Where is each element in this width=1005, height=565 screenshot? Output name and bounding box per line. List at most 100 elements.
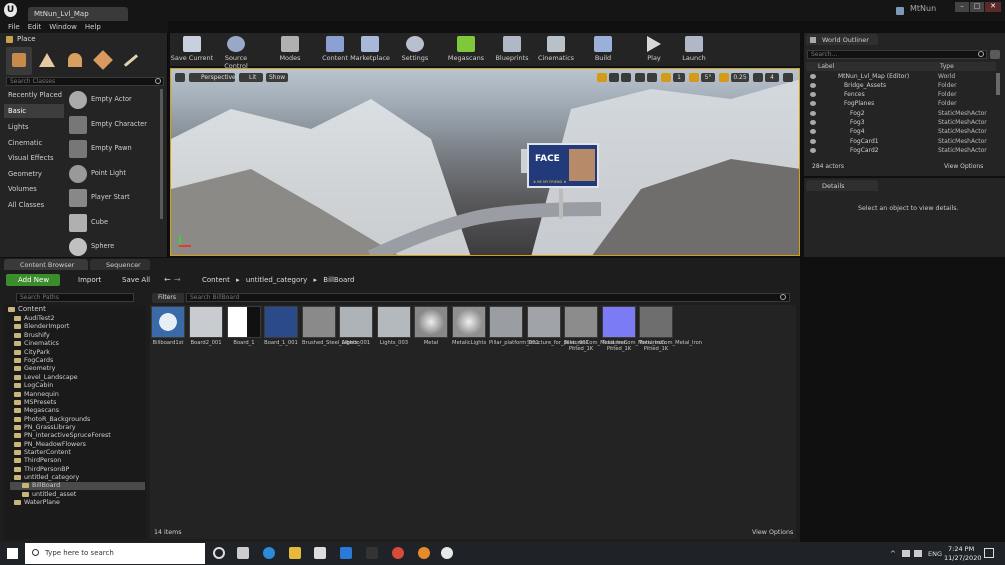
maximize-viewport-icon[interactable]	[783, 73, 793, 82]
outliner-row[interactable]: Fences Folder	[806, 91, 1002, 100]
folder-item[interactable]: PN_interactiveSpruceForest	[14, 432, 111, 440]
source-control-button[interactable]: Source Control	[214, 35, 258, 70]
language-indicator[interactable]: ENG	[928, 550, 942, 558]
build-button[interactable]: Build	[581, 35, 625, 65]
folder-item[interactable]: ThirdPersonBP	[14, 466, 69, 474]
place-item-point-light[interactable]: Point Light	[67, 163, 159, 185]
category-basic[interactable]: Basic	[4, 104, 64, 118]
place-item-empty-character[interactable]: Empty Character	[67, 114, 159, 136]
outliner-row[interactable]: Fog3 StaticMeshActor	[806, 119, 1002, 128]
asset-tile[interactable]: Board_1	[227, 306, 261, 362]
forward-arrow-icon[interactable]: →	[174, 275, 181, 284]
blender-icon[interactable]	[418, 547, 430, 559]
notification-icon[interactable]	[984, 548, 994, 558]
folder-item[interactable]: Geometry	[14, 365, 55, 373]
modes-button[interactable]: Modes	[268, 35, 312, 65]
unreal-logo-icon[interactable]: U	[4, 3, 17, 17]
task-view-icon[interactable]	[237, 547, 249, 559]
blueprints-button[interactable]: Blueprints	[490, 35, 534, 65]
world-local-icon[interactable]	[635, 73, 645, 82]
visibility-eye-icon[interactable]	[810, 139, 816, 144]
play-button[interactable]: Play	[632, 35, 676, 65]
category-geometry[interactable]: Geometry	[4, 167, 64, 181]
terminal-icon[interactable]	[366, 547, 378, 559]
outliner-row[interactable]: FogPlanes Folder	[806, 100, 1002, 109]
breadcrumb-billboard[interactable]: BillBoard	[323, 276, 354, 284]
folder-item[interactable]: untitled_asset	[22, 491, 76, 499]
folder-item[interactable]: PN_MeadowFlowers	[14, 441, 86, 449]
back-arrow-icon[interactable]: ←	[164, 275, 171, 284]
chrome-icon[interactable]	[392, 547, 404, 559]
folder-item[interactable]: CityPark	[14, 349, 50, 357]
folder-item-selected[interactable]: BillBoard	[10, 482, 145, 490]
folder-item[interactable]: MSPresets	[14, 399, 56, 407]
grid-snap-value[interactable]: 1	[673, 73, 685, 82]
launch-button[interactable]: Launch	[672, 35, 716, 65]
asset-tile[interactable]: Board2_001	[189, 306, 223, 362]
folder-item[interactable]: StarterContent	[14, 449, 71, 457]
mail-icon[interactable]	[340, 547, 352, 559]
settings-button[interactable]: Settings	[393, 35, 437, 65]
category-volumes[interactable]: Volumes	[4, 182, 64, 196]
folder-item[interactable]: BlenderImport	[14, 323, 69, 331]
outliner-row[interactable]: Fog4 StaticMeshActor	[806, 128, 1002, 137]
asset-tile[interactable]: Brushed_Steel_Albedo	[302, 306, 360, 362]
rotation-snap-icon[interactable]	[689, 73, 699, 82]
level-viewport[interactable]: FACE ★ BE MY FRIEND ★ Perspective Lit Sh…	[170, 68, 800, 256]
category-recently-placed[interactable]: Recently Placed	[4, 88, 64, 102]
outliner-row[interactable]: FogCard2 StaticMeshActor	[806, 147, 1002, 156]
menu-edit[interactable]: Edit	[28, 23, 42, 31]
clock-date[interactable]: 11/27/2020	[944, 554, 981, 562]
asset-tile[interactable]: Structure_for_pillar_001	[527, 306, 589, 362]
folder-item[interactable]: ThirdPerson	[14, 457, 61, 465]
menu-file[interactable]: File	[8, 23, 20, 31]
mode-landscape-icon[interactable]	[62, 47, 88, 75]
outliner-view-options[interactable]: View Options	[944, 163, 983, 170]
cortana-icon[interactable]	[213, 547, 225, 559]
column-label[interactable]: Label	[818, 63, 834, 70]
category-cinematic[interactable]: Cinematic	[4, 136, 64, 150]
viewport-menu-button[interactable]	[175, 73, 185, 82]
mode-geometry-icon[interactable]	[118, 47, 144, 75]
mode-paint-icon[interactable]	[34, 47, 60, 75]
close-button[interactable]: ✕	[985, 2, 1001, 12]
cb-view-options[interactable]: View Options	[752, 529, 793, 536]
add-new-button[interactable]: Add New	[6, 274, 60, 286]
breadcrumb-content[interactable]: Content	[202, 276, 230, 284]
volume-icon[interactable]	[914, 550, 922, 557]
folder-item[interactable]: PhotoR_Backgrounds	[14, 416, 90, 424]
asset-tile[interactable]: Lights_003	[377, 306, 411, 362]
show-button[interactable]: Show	[266, 73, 288, 82]
asset-tile[interactable]: MetalicLights	[452, 306, 486, 362]
tab-sequencer[interactable]: Sequencer	[90, 259, 150, 270]
visibility-eye-icon[interactable]	[810, 129, 816, 134]
grid-snap-icon[interactable]	[661, 73, 671, 82]
rotate-gizmo-icon[interactable]	[609, 73, 619, 82]
visibility-eye-icon[interactable]	[810, 148, 816, 153]
save-all-button[interactable]: Save All	[112, 274, 156, 286]
folder-item[interactable]: FogCards	[14, 357, 53, 365]
minimize-button[interactable]: –	[955, 2, 969, 12]
asset-tile[interactable]: TexturesCom_Metal_Iron Pitted_1K	[564, 306, 627, 362]
mode-foliage-icon[interactable]	[90, 47, 116, 75]
scale-snap-icon[interactable]	[719, 73, 729, 82]
folder-item[interactable]: Level_Landscape	[14, 374, 78, 382]
visibility-eye-icon[interactable]	[810, 120, 816, 125]
place-item-empty-actor[interactable]: Empty Actor	[67, 89, 159, 111]
outliner-settings-icon[interactable]	[990, 50, 1000, 59]
asset-tile[interactable]: Board_1_001	[264, 306, 298, 362]
outliner-row[interactable]: FogCard1 StaticMeshActor	[806, 138, 1002, 147]
place-scrollbar[interactable]	[160, 89, 163, 219]
maximize-button[interactable]: □	[970, 2, 984, 12]
visibility-eye-icon[interactable]	[810, 92, 816, 97]
search-classes-input[interactable]: Search Classes	[6, 77, 164, 86]
menu-help[interactable]: Help	[85, 23, 101, 31]
search-billboard-input[interactable]: Search BillBoard	[186, 293, 790, 302]
tray-chevron-icon[interactable]: ^	[890, 550, 896, 558]
asset-tile[interactable]: TexturesCom_Metal_Iron Pitted_1K	[639, 306, 702, 362]
folder-item[interactable]: untitled_category	[14, 474, 79, 482]
translate-gizmo-icon[interactable]	[597, 73, 607, 82]
cinematics-button[interactable]: Cinematics	[534, 35, 578, 65]
place-item-empty-pawn[interactable]: Empty Pawn	[67, 138, 159, 160]
category-lights[interactable]: Lights	[4, 120, 64, 134]
